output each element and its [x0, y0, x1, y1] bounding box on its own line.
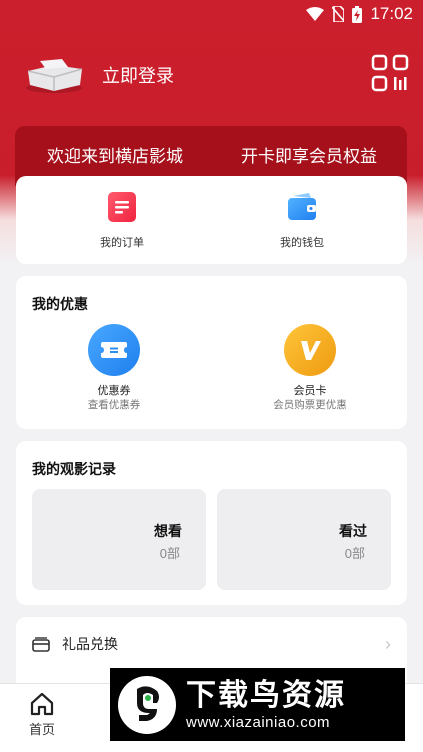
watched-label: 看过: [339, 523, 367, 539]
login-link[interactable]: 立即登录: [102, 62, 174, 88]
watermark-url: www.xiazainiao.com: [186, 713, 331, 731]
banner-membership-text[interactable]: 开卡即享会员权益: [241, 142, 377, 167]
member-card-subtitle: 会员购票更优惠: [273, 399, 347, 411]
my-offers-title: 我的优惠: [32, 296, 88, 312]
watched-count: 0部: [344, 546, 365, 561]
wifi-icon: [306, 7, 325, 21]
status-time: 17:02: [370, 4, 413, 23]
want-to-watch-box[interactable]: 想看 0部: [32, 489, 206, 590]
my-wallet-label: 我的钱包: [280, 237, 324, 249]
login-row[interactable]: 立即登录: [22, 52, 409, 98]
home-icon: [30, 692, 54, 716]
v-icon: [284, 324, 336, 376]
no-sim-icon: [332, 6, 345, 22]
qr-scan-icon[interactable]: [371, 54, 409, 92]
member-card-button[interactable]: 会员卡 会员购票更优惠: [240, 324, 380, 412]
avatar[interactable]: [22, 55, 88, 95]
gift-exchange-label: 礼品兑换: [62, 636, 118, 652]
watermark-overlay: 下载鸟资源 www.xiazainiao.com: [110, 668, 405, 741]
ticket-icon: [88, 324, 140, 376]
my-offers-card: 我的优惠 优惠券 查看优惠券 会员卡 会员购票更优惠: [16, 276, 407, 429]
watched-box[interactable]: 看过 0部: [217, 489, 391, 590]
gift-exchange-row[interactable]: 礼品兑换 ›: [32, 631, 391, 657]
my-orders-button[interactable]: 我的订单: [62, 192, 182, 250]
coupon-subtitle: 查看优惠券: [87, 399, 141, 411]
banner-welcome-text: 欢迎来到横店影城: [47, 147, 183, 166]
coupon-label: 优惠券: [97, 385, 131, 397]
want-to-watch-label: 想看: [154, 523, 182, 539]
tab-home-label: 首页: [28, 722, 55, 737]
member-card-label: 会员卡: [293, 385, 327, 397]
tab-home[interactable]: 首页: [24, 692, 60, 738]
coupon-button[interactable]: 优惠券 查看优惠券: [44, 324, 184, 412]
battery-charging-icon: [352, 5, 363, 23]
viewing-history-title: 我的观影记录: [32, 461, 116, 477]
want-to-watch-count: 0部: [159, 546, 180, 561]
order-icon: [108, 192, 136, 222]
quick-links-card: 我的订单 我的钱包: [16, 176, 407, 264]
chevron-right-icon: ›: [385, 633, 391, 654]
gift-card-icon: [32, 636, 50, 652]
bird-logo-icon: [118, 675, 176, 734]
watermark-title: 下载鸟资源: [186, 678, 346, 712]
viewing-history-card: 我的观影记录 想看 0部 看过 0部: [16, 441, 407, 605]
my-orders-label: 我的订单: [100, 237, 144, 249]
wallet-icon: [288, 193, 316, 220]
my-wallet-button[interactable]: 我的钱包: [242, 192, 362, 250]
status-bar: 17:02: [0, 0, 423, 30]
